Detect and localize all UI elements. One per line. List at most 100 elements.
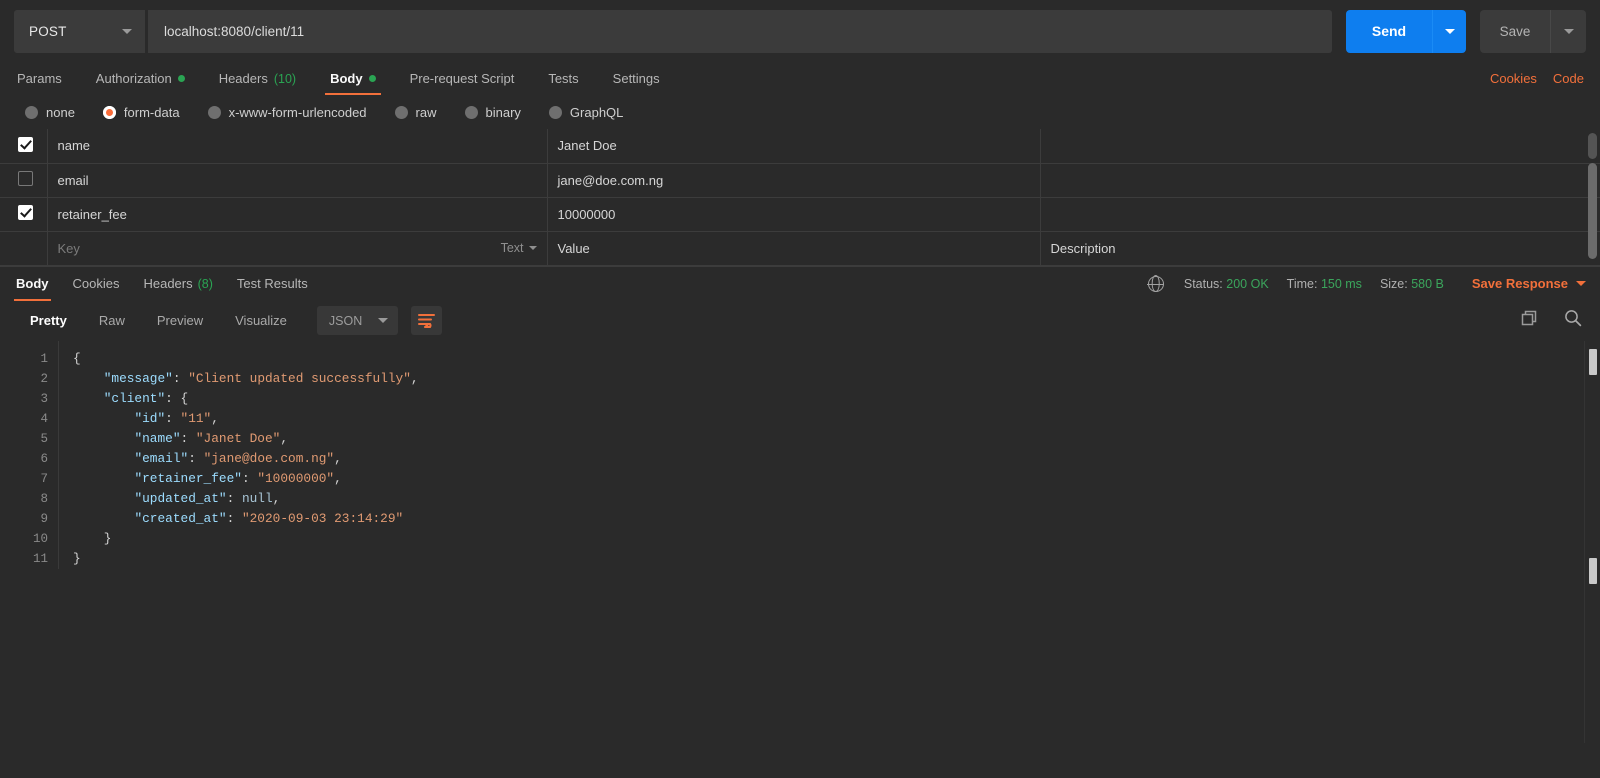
line-number: 8	[40, 491, 48, 506]
tab-label: Settings	[612, 71, 660, 86]
row-value-cell[interactable]: 10000000	[547, 197, 1041, 232]
row-key-cell[interactable]: name	[47, 129, 548, 164]
row-checkbox[interactable]	[18, 171, 33, 186]
chevron-down-icon	[377, 318, 388, 323]
line-number: 2	[40, 371, 48, 386]
code-token: :	[188, 450, 204, 466]
body-type-none[interactable]: none	[25, 105, 89, 120]
row-value-cell[interactable]: jane@doe.com.ng	[547, 163, 1041, 198]
globe-icon[interactable]	[1147, 275, 1165, 292]
view-tab-raw[interactable]: Raw	[83, 307, 141, 334]
chevron-down-icon	[1576, 281, 1586, 286]
response-tab-headers[interactable]: Headers (8)	[131, 266, 224, 301]
size-metric: Size: 580 B	[1380, 277, 1444, 291]
row-key-text: name	[57, 138, 91, 154]
body-type-x-www-form-urlencoded[interactable]: x-www-form-urlencoded	[207, 105, 381, 120]
scrollbar-thumb-upper[interactable]	[1588, 133, 1597, 159]
line-number: 3	[40, 391, 48, 406]
code-link[interactable]: Code	[1553, 71, 1584, 86]
tab-count: (8)	[197, 276, 213, 291]
code-token: ,	[334, 470, 342, 486]
new-row-key-cell[interactable]: Key Text	[47, 231, 548, 266]
row-description-cell[interactable]	[1040, 163, 1600, 198]
table-row-new[interactable]: Key Text Value Description	[0, 231, 1600, 266]
row-value-text: 10000000	[557, 206, 616, 222]
body-type-graphql[interactable]: GraphQL	[548, 104, 637, 120]
tab-body[interactable]: Body	[313, 62, 393, 95]
table-row[interactable]: name Janet Doe	[0, 129, 1600, 164]
scrollbar-thumb-top[interactable]	[1589, 348, 1597, 375]
send-options-button[interactable]	[1432, 9, 1466, 53]
tab-headers[interactable]: Headers (10)	[202, 62, 313, 95]
row-checkbox[interactable]	[18, 136, 33, 152]
tab-tests[interactable]: Tests	[531, 62, 595, 95]
code-token: "client"	[103, 390, 166, 406]
new-row-description-cell[interactable]: Description	[1040, 231, 1600, 266]
json-code-content[interactable]: { "message": "Client updated successfull…	[58, 340, 1600, 569]
tab-settings[interactable]: Settings	[596, 62, 677, 95]
body-type-raw[interactable]: raw	[394, 105, 451, 120]
save-button[interactable]: Save	[1480, 9, 1550, 53]
send-button[interactable]: Send	[1346, 9, 1432, 53]
table-row[interactable]: email jane@doe.com.ng	[0, 163, 1600, 198]
response-meta-right: Status: 200 OK Time: 150 ms Size: 580 B …	[1147, 275, 1586, 292]
view-tab-pretty[interactable]: Pretty	[14, 307, 83, 334]
chevron-down-icon	[528, 246, 537, 250]
tab-params[interactable]: Params	[14, 62, 79, 95]
code-token: "Client updated successfully"	[188, 370, 411, 386]
url-text: localhost:8080/client/11	[164, 23, 305, 39]
radio-icon	[394, 105, 408, 119]
code-token: "10000000"	[257, 470, 335, 486]
tab-pre-request-script[interactable]: Pre-request Script	[393, 62, 532, 95]
body-type-form-data[interactable]: form-data	[102, 105, 194, 120]
code-line: }	[73, 529, 1600, 549]
radio-icon	[207, 105, 221, 119]
radio-label: GraphQL	[569, 104, 624, 120]
code-token: null	[241, 490, 273, 506]
http-method-dropdown[interactable]: POST	[14, 9, 145, 53]
code-token: }	[73, 530, 112, 546]
cookies-link[interactable]: Cookies	[1490, 71, 1537, 86]
new-row-value-placeholder: Value	[557, 240, 590, 256]
code-token: "message"	[103, 370, 173, 386]
code-token: "11"	[180, 410, 212, 426]
scrollbar-thumb-bottom[interactable]	[1589, 557, 1597, 584]
save-response-button[interactable]: Save Response	[1472, 276, 1586, 291]
value-type-dropdown[interactable]: Text	[501, 241, 537, 255]
request-tabs: Params Authorization Headers (10) Body P…	[0, 62, 1600, 95]
view-tab-preview[interactable]: Preview	[141, 307, 219, 334]
row-value-cell[interactable]: Janet Doe	[547, 129, 1041, 164]
word-wrap-button[interactable]	[410, 306, 442, 335]
response-format-dropdown[interactable]: JSON	[316, 306, 398, 335]
table-row[interactable]: retainer_fee 10000000	[0, 197, 1600, 232]
row-description-cell[interactable]	[1040, 129, 1600, 164]
url-input[interactable]: localhost:8080/client/11	[148, 9, 1332, 53]
scrollbar-thumb-lower[interactable]	[1588, 163, 1597, 259]
response-body-scrollbar[interactable]	[1584, 340, 1600, 743]
row-key-cell[interactable]: email	[47, 163, 548, 198]
tab-authorization[interactable]: Authorization	[79, 62, 202, 95]
copy-button[interactable]	[1521, 310, 1538, 332]
row-checkbox-cell	[0, 231, 48, 266]
line-number-gutter: 1 2 3 4 5 6 7 8 9 10 11	[0, 341, 58, 569]
status-label: Status:	[1183, 276, 1223, 291]
row-key-cell[interactable]: retainer_fee	[47, 197, 548, 232]
line-number: 6	[40, 451, 48, 466]
response-toolbar-actions	[1521, 309, 1586, 332]
tab-label: Headers	[218, 71, 268, 86]
save-options-button[interactable]	[1550, 9, 1586, 53]
response-tab-body[interactable]: Body	[14, 266, 61, 301]
view-tab-visualize[interactable]: Visualize	[219, 307, 303, 334]
new-row-value-cell[interactable]: Value	[547, 231, 1041, 266]
row-description-cell[interactable]	[1040, 197, 1600, 232]
response-tab-test-results[interactable]: Test Results	[225, 266, 320, 301]
row-checkbox[interactable]	[18, 205, 33, 220]
search-button[interactable]	[1564, 309, 1582, 332]
radio-icon-selected	[102, 105, 116, 119]
response-tab-cookies[interactable]: Cookies	[61, 266, 132, 301]
form-data-scrollbar[interactable]	[1588, 133, 1597, 261]
code-line: "email": "jane@doe.com.ng",	[73, 449, 1600, 469]
body-type-binary[interactable]: binary	[464, 105, 535, 120]
